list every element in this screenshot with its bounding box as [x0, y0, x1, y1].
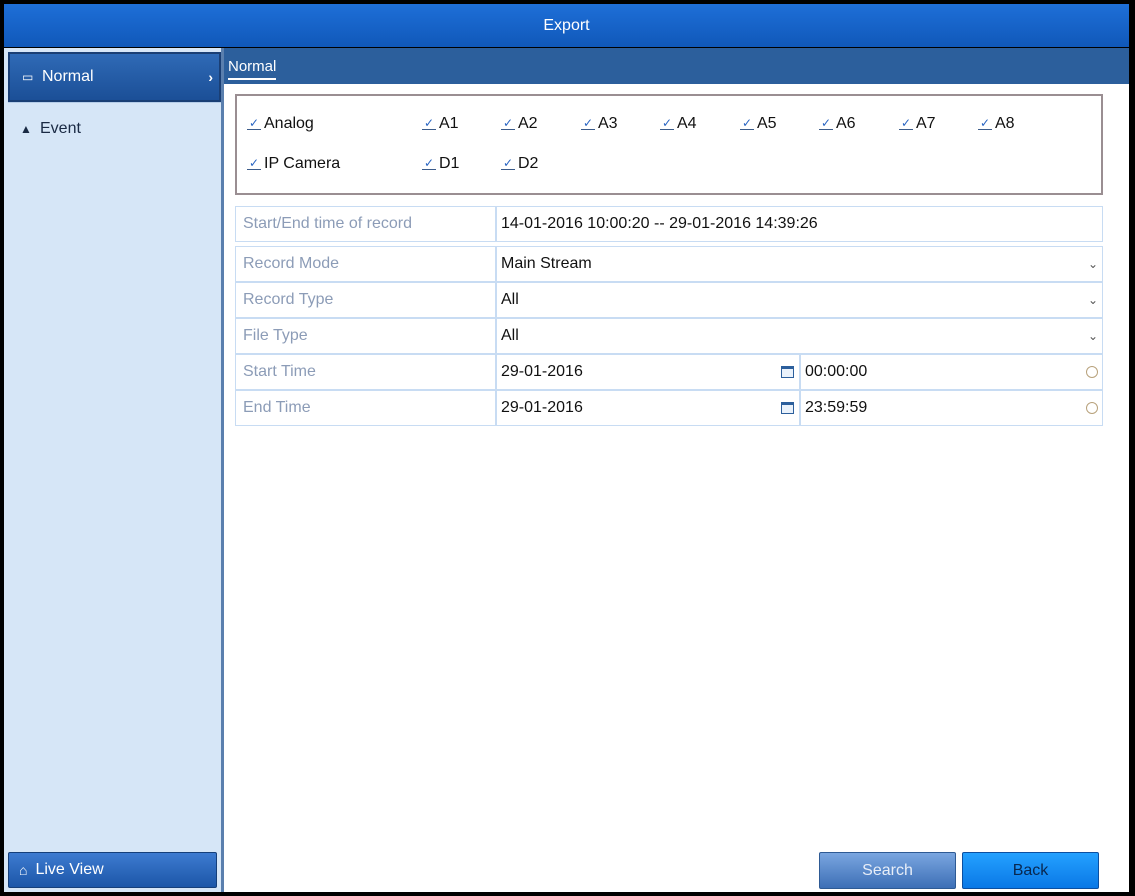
end-time-field[interactable]: 23:59:59 [805, 391, 867, 425]
clock-icon[interactable] [1086, 366, 1098, 378]
sidebar-item-event[interactable]: ▲ Event [8, 104, 221, 154]
check-icon: ✓ [978, 116, 992, 130]
checkbox-label: IP Camera [264, 155, 341, 172]
check-icon: ✓ [501, 116, 515, 130]
sidebar-item-normal[interactable]: ▭ Normal › [8, 52, 221, 102]
window-title: Export [4, 4, 1129, 47]
channel-checkbox-a4[interactable]: ✓ A4 [660, 115, 697, 133]
check-icon: ✓ [581, 116, 595, 130]
field-label: Record Mode [243, 255, 340, 272]
channel-checkbox-a5[interactable]: ✓ A5 [740, 115, 777, 133]
check-icon: ✓ [422, 156, 436, 170]
divider [495, 355, 497, 389]
calendar-icon[interactable] [781, 366, 794, 378]
checkbox-label: A7 [916, 115, 936, 132]
chevron-down-icon[interactable]: ⌄ [1088, 283, 1098, 317]
calendar-icon[interactable] [781, 402, 794, 414]
tab-normal[interactable]: Normal [228, 58, 277, 80]
divider [495, 283, 497, 317]
record-type-row: Record Type All ⌄ [235, 282, 1103, 318]
sidebar: ▭ Normal › ▲ Event [4, 48, 221, 892]
field-label: End Time [243, 399, 311, 416]
divider [495, 391, 497, 425]
checkbox-label: D1 [439, 155, 460, 172]
channel-checkbox-a6[interactable]: ✓ A6 [819, 115, 856, 133]
check-icon: ✓ [899, 116, 913, 130]
check-icon: ✓ [740, 116, 754, 130]
channel-checkbox-a2[interactable]: ✓ A2 [501, 115, 538, 133]
file-type-select[interactable]: All [501, 319, 519, 353]
checkbox-label: Analog [264, 115, 314, 132]
checkbox-label: A6 [836, 115, 856, 132]
tab-bar: Normal [224, 48, 1129, 84]
channel-checkbox-a8[interactable]: ✓ A8 [978, 115, 1015, 133]
check-icon: ✓ [660, 116, 674, 130]
check-icon: ✓ [247, 116, 261, 130]
sidebar-item-label: Normal [42, 68, 94, 85]
field-label: File Type [243, 327, 308, 344]
record-type-select[interactable]: All [501, 283, 519, 317]
field-label: Record Type [243, 291, 334, 308]
folder-icon: ▭ [22, 70, 34, 84]
check-icon: ✓ [247, 156, 261, 170]
channel-checkbox-d2[interactable]: ✓ D2 [501, 155, 538, 173]
start-date-field[interactable]: 29-01-2016 [501, 355, 583, 389]
divider [495, 247, 497, 281]
divider [8, 102, 221, 103]
home-icon: ⌂ [19, 862, 28, 878]
live-view-label: Live View [35, 861, 104, 878]
chevron-right-icon: › [208, 69, 213, 85]
checkbox-label: A1 [439, 115, 459, 132]
chevron-down-icon[interactable]: ⌄ [1088, 319, 1098, 353]
check-icon: ✓ [422, 116, 436, 130]
end-date-field[interactable]: 29-01-2016 [501, 391, 583, 425]
checkbox-label: A3 [598, 115, 618, 132]
channel-checkbox-a3[interactable]: ✓ A3 [581, 115, 618, 133]
pin-icon: ▲ [20, 122, 32, 136]
search-button[interactable]: Search [819, 852, 956, 889]
record-mode-row: Record Mode Main Stream ⌄ [235, 246, 1103, 282]
checkbox-label: A2 [518, 115, 538, 132]
divider [495, 319, 497, 353]
start-time-field[interactable]: 00:00:00 [805, 355, 867, 389]
analog-checkbox[interactable]: ✓ Analog [247, 115, 314, 133]
ip-camera-checkbox[interactable]: ✓ IP Camera [247, 155, 340, 173]
checkbox-label: A8 [995, 115, 1015, 132]
record-range-value: 14-01-2016 10:00:20 -- 29-01-2016 14:39:… [501, 215, 818, 232]
live-view-button[interactable]: ⌂ Live View [8, 852, 217, 888]
divider [799, 391, 801, 425]
main-panel: Normal ✓ Analog ✓ A1 ✓ A2 ✓ A3 ✓ A4 ✓ A5… [224, 48, 1129, 892]
checkbox-label: A4 [677, 115, 697, 132]
chevron-down-icon[interactable]: ⌄ [1088, 247, 1098, 281]
back-button[interactable]: Back [962, 852, 1099, 889]
start-time-row: Start Time 29-01-2016 00:00:00 [235, 354, 1103, 390]
sidebar-item-label: Event [40, 120, 81, 137]
checkbox-label: A5 [757, 115, 777, 132]
channel-checkbox-d1[interactable]: ✓ D1 [422, 155, 459, 173]
camera-selection: ✓ Analog ✓ A1 ✓ A2 ✓ A3 ✓ A4 ✓ A5 ✓ A6 ✓ [235, 94, 1103, 195]
channel-checkbox-a7[interactable]: ✓ A7 [899, 115, 936, 133]
record-range-row: Start/End time of record 14-01-2016 10:0… [235, 206, 1103, 242]
divider [799, 355, 801, 389]
channel-checkbox-a1[interactable]: ✓ A1 [422, 115, 459, 133]
end-time-row: End Time 29-01-2016 23:59:59 [235, 390, 1103, 426]
field-label: Start Time [243, 363, 316, 380]
check-icon: ✓ [819, 116, 833, 130]
checkbox-label: D2 [518, 155, 539, 172]
record-mode-select[interactable]: Main Stream [501, 247, 592, 281]
clock-icon[interactable] [1086, 402, 1098, 414]
field-label: Start/End time of record [243, 215, 412, 232]
check-icon: ✓ [501, 156, 515, 170]
file-type-row: File Type All ⌄ [235, 318, 1103, 354]
divider [495, 207, 497, 241]
